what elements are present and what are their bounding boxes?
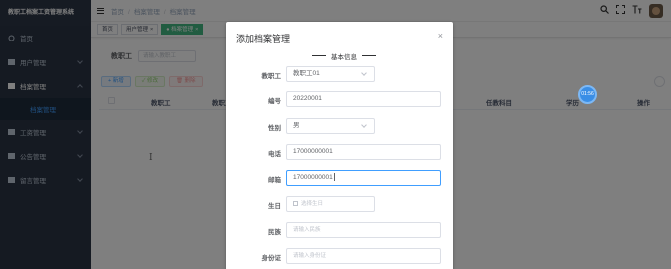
field-label: 电话 [268,151,281,158]
field-label: 编号 [268,98,281,105]
close-icon[interactable]: × [438,31,443,41]
staff-select[interactable]: 教职工01 [286,66,375,82]
form-row: 身份证 请输入身份证 [226,248,453,264]
section-divider: 基本信息 [312,51,376,61]
id-card-input[interactable]: 请输入身份证 [286,248,441,264]
timer-badge: 01:56 [578,85,597,104]
form-row: 生日 选择生日 [226,196,453,212]
field-label: 生日 [268,203,281,210]
form-row: 电话 17000000001 [226,144,453,160]
email-value: 17000000001 [293,174,333,181]
calendar-icon [293,201,298,207]
field-label: 性别 [268,125,281,132]
field-label: 身份证 [261,255,282,262]
form-row: 教职工 教职工01 [226,66,453,82]
birthday-placeholder: 选择生日 [301,201,324,207]
dialog-title: 添加档案管理 [236,34,291,44]
field-label: 邮箱 [268,177,281,184]
form-row: 编号 20220001 [226,91,453,107]
email-input[interactable]: 17000000001 [286,170,441,186]
number-input[interactable]: 20220001 [286,91,441,107]
form-row: 性别 男 [226,118,453,134]
field-label: 民族 [268,229,281,236]
form-row: 民族 请输入民族 [226,222,453,238]
gender-select[interactable]: 男 [286,118,375,134]
birthday-picker[interactable]: 选择生日 [286,196,375,212]
app-root: 教职工档案工资管理系统 首页 用户管理 档案管理 档案管理 工资管理 公告管理 [0,0,671,269]
text-caret [333,173,335,182]
ethnicity-input[interactable]: 请输入民族 [286,222,441,238]
phone-input[interactable]: 17000000001 [286,144,441,160]
text-cursor-icon: I [149,153,153,163]
form-row: 邮箱 17000000001 [226,170,453,186]
add-archive-dialog: 添加档案管理 × 基本信息 教职工 教职工01 编号 20220001 性别 男… [226,22,453,269]
field-label: 教职工 [261,73,282,80]
